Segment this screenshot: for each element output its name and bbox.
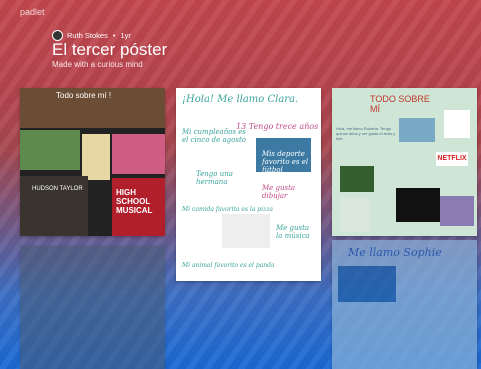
clara-line: Me gusta dibujar: [262, 184, 296, 200]
clara-line: 13 Tengo trece años: [236, 122, 319, 131]
collage-header: Todo sobre mí !: [56, 91, 112, 100]
collage-tile: [112, 134, 165, 174]
post3-header: TODO SOBRE MÍ: [370, 94, 430, 114]
board-age: 1yr: [120, 31, 131, 40]
collage-tile: [20, 130, 80, 170]
music-tile: [222, 214, 270, 248]
sophie-header: Me llamo Sophie: [348, 246, 442, 259]
post-clara[interactable]: ¡Hola! Me llamo Clara. Mi cumpleaños es …: [176, 88, 321, 281]
racket-tile: [444, 110, 470, 138]
board-title: El tercer póster: [52, 40, 168, 59]
clara-line: Tengo una hermana: [196, 170, 233, 186]
post-sophie[interactable]: Me llamo Sophie: [332, 240, 477, 369]
hsm-caption: HIGH SCHOOL MUSICAL: [116, 188, 153, 215]
band-tile: [20, 176, 88, 236]
flower-tile: [440, 196, 474, 226]
eye-tile: [396, 188, 440, 222]
field-tile: [340, 166, 374, 192]
post3-body: Hola, me llamo Roberta. Tengo quince año…: [336, 126, 396, 141]
palace-tile: [399, 118, 435, 142]
juice-tile: [82, 134, 110, 180]
clara-header: ¡Hola! Me llamo Clara.: [182, 94, 299, 105]
post-lower-left[interactable]: [20, 246, 165, 369]
netflix-logo: NETFLIX: [436, 152, 468, 166]
top-bar: padlet: [0, 0, 481, 26]
clara-line: Mi comida favorita es la pizza: [182, 206, 273, 213]
author-name[interactable]: Ruth Stokes: [67, 31, 108, 40]
clara-line: Me gusta la música: [276, 224, 310, 240]
clara-line: Mis deporte favorito es el fútbol: [262, 150, 309, 174]
eye-tile: [338, 266, 396, 302]
post-collage-1[interactable]: Todo sobre mí ! HUDSON TAYLOR HIGH SCHOO…: [20, 88, 165, 236]
board-subtitle: Made with a curious mind: [52, 60, 143, 69]
clara-line: Mi animal favorito es el panda: [182, 262, 275, 269]
padlet-logo[interactable]: padlet: [20, 7, 45, 17]
pen-tile: [340, 198, 370, 232]
band-caption: HUDSON TAYLOR: [32, 186, 83, 192]
